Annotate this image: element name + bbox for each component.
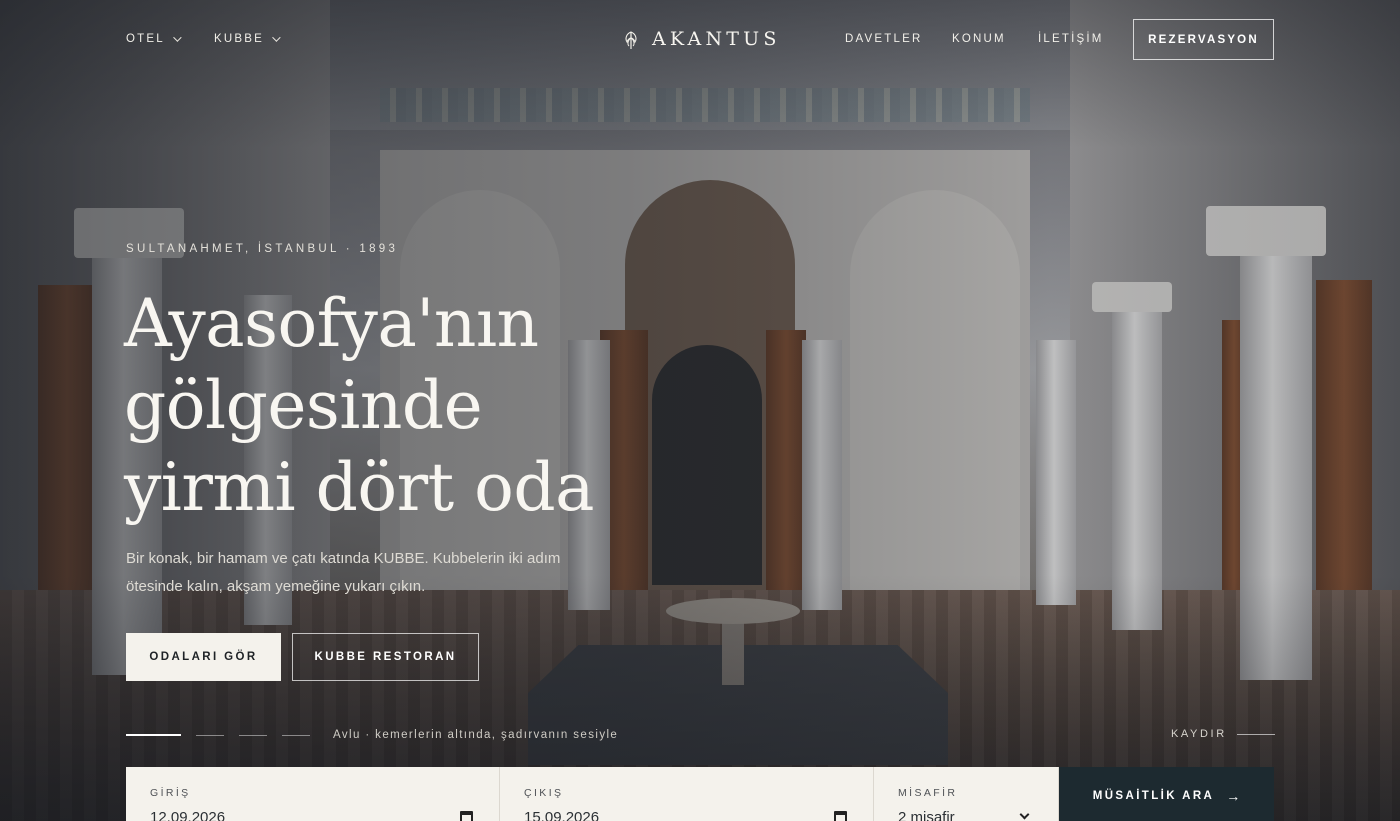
view-rooms-button[interactable]: ODALARI GÖR: [126, 633, 281, 681]
checkin-field[interactable]: GİRİŞ 12.09.2026: [126, 767, 500, 821]
nav-item-label: KUBBE: [214, 33, 264, 45]
reservation-button[interactable]: REZERVASYON: [1133, 19, 1274, 60]
nav-item-label: KONUM: [952, 33, 1006, 45]
brand-name: AKANTUS: [652, 28, 781, 50]
scroll-line: [1236, 733, 1275, 735]
calendar-icon[interactable]: [460, 811, 473, 821]
slide-indicator-2[interactable]: [196, 734, 224, 736]
slide-indicator-1[interactable]: [126, 734, 181, 736]
chevron-down-icon: [272, 33, 281, 42]
guests-select[interactable]: 2 misafir: [898, 809, 1034, 821]
chevron-down-icon: [173, 33, 182, 42]
slide-caption: Avlu · kemerlerin altında, şadırvanın se…: [333, 729, 619, 741]
top-nav: OTEL KUBBE AKANTUS DAVETLER KONUM İLETİŞ…: [0, 0, 1400, 80]
hero-headline: Ayasofya'nın gölgesinde yirmi dört oda: [124, 283, 744, 529]
slide-indicator-4[interactable]: [282, 734, 310, 736]
slide-indicator-3[interactable]: [239, 734, 267, 736]
calendar-icon[interactable]: [834, 811, 847, 821]
booking-bar: GİRİŞ 12.09.2026 ÇIKIŞ 15.09.2026 MİSAFİ…: [126, 767, 1274, 821]
nav-item-davetler[interactable]: DAVETLER: [845, 33, 922, 45]
checkout-date-input[interactable]: 15.09.2026: [524, 809, 849, 821]
nav-item-label: OTEL: [126, 33, 165, 45]
checkin-label: GİRİŞ: [150, 787, 191, 799]
headline-line: Ayasofya'nın: [124, 285, 539, 362]
nav-item-label: İLETİŞİM: [1038, 33, 1104, 45]
nav-item-konum[interactable]: KONUM: [952, 33, 1006, 45]
guests-field[interactable]: MİSAFİR 2 misafir: [874, 767, 1059, 821]
check-availability-button[interactable]: MÜSAİTLİK ARA →: [1059, 767, 1274, 821]
headline-line: yirmi dört oda: [124, 449, 595, 526]
checkout-field[interactable]: ÇIKIŞ 15.09.2026: [500, 767, 874, 821]
checkin-date-input[interactable]: 12.09.2026: [150, 809, 475, 821]
nav-item-otel[interactable]: OTEL: [126, 33, 182, 45]
arrow-right-icon: →: [1226, 788, 1241, 804]
search-button-label: MÜSAİTLİK ARA: [1092, 790, 1215, 802]
acanthus-leaf-icon: [625, 31, 637, 49]
hero-eyebrow: SULTANAHMET, İSTANBUL · 1893: [126, 243, 399, 255]
nav-item-label: DAVETLER: [845, 33, 923, 45]
scroll-label: KAYDIR: [1171, 728, 1227, 740]
brand-logo[interactable]: AKANTUS: [622, 28, 781, 50]
hero-description: Bir konak, bir hamam ve çatı katında KUB…: [126, 550, 561, 595]
headline-line: gölgesinde: [124, 367, 483, 444]
guests-label: MİSAFİR: [898, 787, 958, 799]
nav-item-kubbe[interactable]: KUBBE: [214, 33, 281, 45]
slide-indicators: [126, 734, 310, 736]
kubbe-restaurant-button[interactable]: KUBBE RESTORAN: [292, 633, 479, 681]
checkout-label: ÇIKIŞ: [524, 787, 564, 799]
scroll-hint[interactable]: KAYDIR: [1171, 728, 1275, 740]
nav-item-iletisim[interactable]: İLETİŞİM: [1038, 33, 1104, 45]
